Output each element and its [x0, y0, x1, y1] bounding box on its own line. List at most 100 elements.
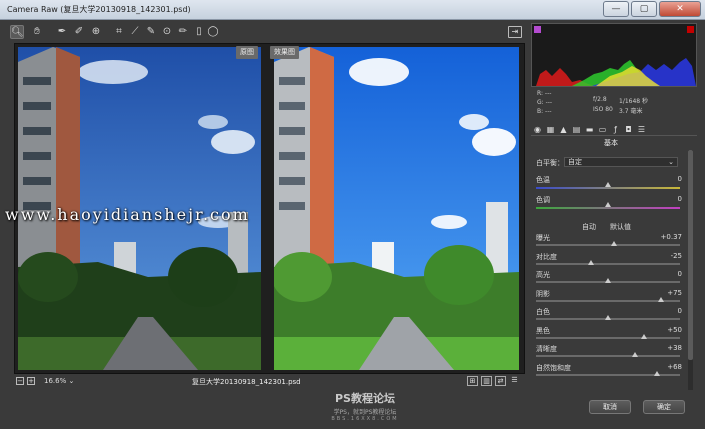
panel-tabs: ◉ ▦ ▲ ▤ ▬ ▭ ƒ ◘ ☰: [531, 124, 697, 136]
zoom-level[interactable]: 16.6% ⌄: [44, 377, 74, 385]
presets-tab-icon[interactable]: ☰: [637, 125, 646, 134]
slider-track[interactable]: [536, 244, 680, 246]
red-eye-icon[interactable]: ⊙: [160, 25, 174, 39]
slider-thumb[interactable]: [632, 352, 639, 357]
crop-icon[interactable]: ⌗: [112, 25, 126, 39]
forum-title: PS教程论坛: [335, 392, 395, 405]
tint-thumb[interactable]: [605, 202, 611, 207]
default-link[interactable]: 默认值: [610, 222, 631, 232]
temperature-label: 色温: [536, 176, 550, 184]
slider-thumb[interactable]: [653, 370, 660, 376]
ok-button[interactable]: 确定: [643, 400, 685, 414]
histogram: [531, 23, 697, 87]
view-settings-icon[interactable]: ☰: [509, 376, 520, 386]
slider-value[interactable]: 0: [642, 270, 682, 278]
basic-tab-icon[interactable]: ◉: [533, 125, 542, 134]
slider-label: 高光: [536, 271, 550, 279]
slider-track[interactable]: [536, 355, 680, 357]
target-adjust-icon[interactable]: ⊕: [89, 25, 103, 39]
zoom-out-button[interactable]: −: [16, 377, 24, 385]
readout-r: R: ---: [537, 90, 552, 97]
slider-thumb[interactable]: [605, 315, 611, 320]
auto-link[interactable]: 自动: [582, 222, 596, 232]
slider-label: 白色: [536, 308, 550, 316]
slider-value[interactable]: +0.37: [642, 233, 682, 241]
hsl-tab-icon[interactable]: ▤: [572, 125, 581, 134]
slider-value[interactable]: 0: [642, 307, 682, 315]
slider-label: 自然饱和度: [536, 363, 571, 372]
file-name: 复旦大学20130918_142301.psd: [192, 378, 301, 386]
white-balance-icon[interactable]: ✒: [55, 25, 69, 39]
adjustment-brush-icon[interactable]: ✏: [176, 25, 190, 39]
slider-value[interactable]: +50: [642, 326, 682, 334]
slider-track[interactable]: [536, 336, 680, 339]
effects-tab-icon[interactable]: ƒ: [611, 125, 620, 134]
zoom-icon[interactable]: 🔍︎: [10, 25, 24, 39]
tint-value[interactable]: 0: [642, 195, 682, 203]
cancel-button[interactable]: 取消: [589, 400, 631, 414]
maximize-button[interactable]: ▢: [631, 1, 657, 17]
close-button[interactable]: ✕: [659, 1, 701, 17]
before-label[interactable]: 原图: [236, 46, 258, 59]
slider-label: 对比度: [536, 252, 557, 261]
white-balance-select[interactable]: 自定 ⌄: [564, 157, 678, 167]
slider-thumb[interactable]: [587, 259, 594, 265]
slider-thumb[interactable]: [605, 278, 611, 283]
iso: ISO 80: [593, 106, 613, 113]
preferences-icon[interactable]: ⇥: [508, 26, 522, 38]
slider-value[interactable]: +38: [642, 344, 682, 352]
site-watermark: www.haoyidianshejr.com: [5, 205, 250, 224]
forum-watermark: PS教程论坛 学PS，就到PS教程论坛 BBS.16XX8.COM: [280, 390, 450, 422]
slider-label: 阴影: [536, 289, 550, 298]
temperature-thumb[interactable]: [605, 182, 611, 187]
forum-subtitle: 学PS，就到PS教程论坛: [333, 409, 397, 416]
graduated-filter-icon[interactable]: ▯: [192, 25, 206, 39]
slider-value[interactable]: -25: [642, 252, 682, 260]
view-split-icon[interactable]: ▥: [481, 376, 492, 386]
shutter-speed: 1/1648 秒: [619, 98, 649, 105]
scrollbar-thumb[interactable]: [688, 150, 693, 360]
minimize-button[interactable]: —: [603, 1, 629, 17]
slider-value[interactable]: +75: [642, 289, 682, 297]
slider-label: 清晰度: [536, 345, 557, 353]
color-sampler-icon[interactable]: ✐: [72, 25, 86, 39]
title-bar: Camera Raw (复旦大学20130918_142301.psd) — ▢…: [0, 0, 705, 20]
tint-track[interactable]: [536, 207, 680, 209]
white-balance-label: 白平衡：: [536, 159, 564, 167]
panel-title: 基本: [604, 139, 618, 147]
readout-g: G: ---: [537, 99, 553, 106]
temperature-track[interactable]: [536, 187, 680, 189]
slider-thumb[interactable]: [658, 296, 665, 302]
zoom-in-button[interactable]: +: [27, 377, 35, 385]
status-bar: − + 16.6% ⌄ 复旦大学20130918_142301.psd ⊞ ▥ …: [14, 376, 525, 390]
slider-label: 黑色: [536, 326, 550, 335]
temperature-value[interactable]: 0: [642, 175, 682, 183]
tint-label: 色调: [536, 196, 550, 204]
slider-label: 曝光: [536, 234, 550, 242]
radial-filter-icon[interactable]: ◯: [206, 25, 220, 39]
split-toning-tab-icon[interactable]: ▬: [585, 125, 594, 134]
detail-tab-icon[interactable]: ▲: [559, 125, 568, 134]
panel-scrollbar[interactable]: [688, 150, 693, 390]
readout-b: B: ---: [537, 108, 552, 115]
spot-removal-icon[interactable]: ✎: [144, 25, 158, 39]
view-swap-icon[interactable]: ⇄: [495, 376, 506, 386]
camera-info: R: --- G: --- B: --- f/2.8 1/1648 秒 ISO …: [531, 88, 697, 124]
tone-curve-tab-icon[interactable]: ▦: [546, 125, 555, 134]
slider-track[interactable]: [536, 262, 680, 265]
lens-tab-icon[interactable]: ▭: [598, 125, 607, 134]
window-title: Camera Raw (复旦大学20130918_142301.psd): [7, 5, 191, 14]
aperture: f/2.8: [593, 96, 607, 103]
hand-icon[interactable]: ✋︎: [30, 25, 44, 39]
basic-settings: 白平衡： 自定 ⌄ 色温 0 色调 0 自动 默认值 曝光 +0.37 对比度 -25 高…: [534, 155, 684, 390]
focal-length: 3.7 毫米: [619, 108, 643, 115]
view-single-icon[interactable]: ⊞: [467, 376, 478, 386]
after-image: [274, 47, 519, 370]
forum-url: BBS.16XX8.COM: [331, 416, 399, 422]
slider-thumb[interactable]: [641, 333, 647, 339]
straighten-icon[interactable]: ⟋: [128, 25, 142, 39]
camera-calibration-tab-icon[interactable]: ◘: [624, 125, 633, 134]
slider-value[interactable]: +68: [642, 363, 682, 371]
slider-thumb[interactable]: [610, 241, 617, 246]
after-label[interactable]: 效果图: [270, 46, 299, 59]
